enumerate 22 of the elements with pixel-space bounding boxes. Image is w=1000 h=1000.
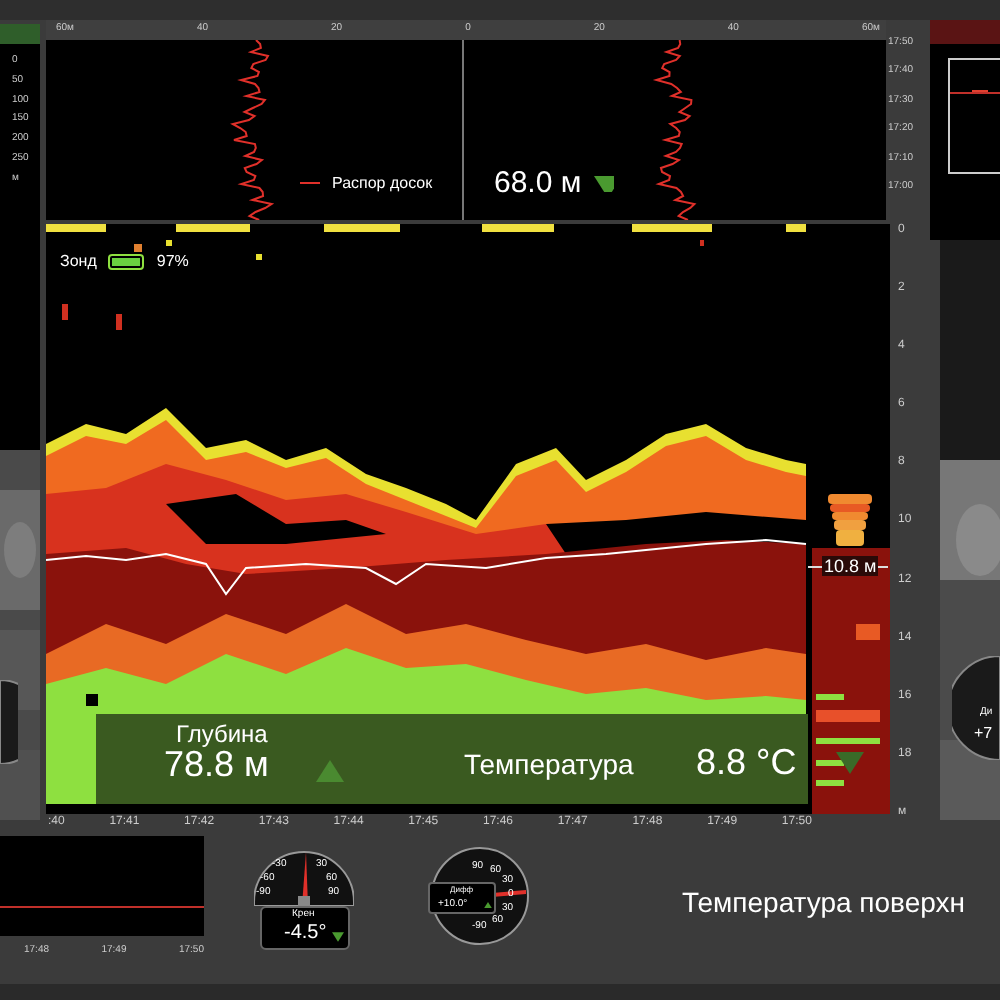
left-panel-header	[0, 24, 40, 44]
trim-readout	[428, 882, 496, 914]
roll-readout	[260, 906, 350, 950]
surface-temperature-label: Температура поверхн	[682, 884, 965, 922]
legend-line-icon	[300, 182, 320, 186]
transducer-cone-icon	[828, 494, 872, 546]
temperature-label: Температура	[464, 746, 634, 784]
depth-marker-label: 10.8 м	[822, 556, 879, 576]
battery-percent: 97%	[156, 250, 189, 274]
mini-chart-drawing	[948, 58, 1000, 178]
roll-gauge-dial	[254, 846, 354, 906]
dial-icon	[952, 656, 1000, 760]
gauge-value: +7	[974, 722, 993, 746]
right-panel-header	[930, 20, 1000, 44]
depth-value: 78.8 м	[164, 744, 269, 784]
dial-icon	[0, 680, 18, 764]
probe-label: Зонд	[60, 250, 97, 274]
spread-reading: 68.0 м	[494, 164, 582, 204]
temperature-value: 8.8 °C	[696, 740, 797, 786]
depth-label: Глубина	[176, 718, 268, 750]
legend-label: Распор досок	[332, 172, 433, 196]
roll-value: -4.5°	[284, 922, 327, 946]
